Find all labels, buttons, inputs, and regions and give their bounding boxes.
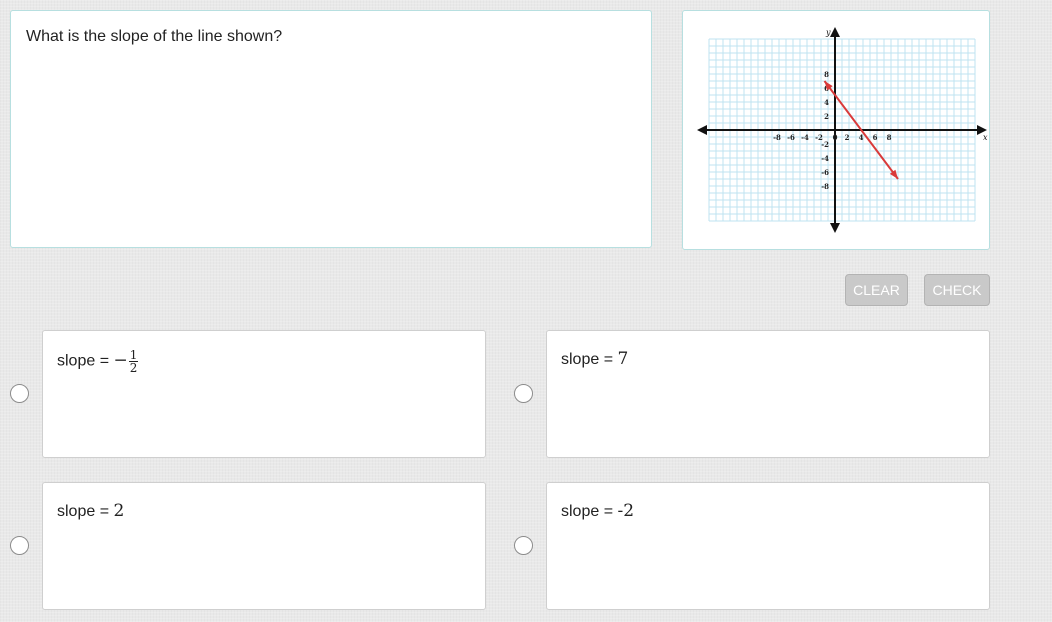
question-text: What is the slope of the line shown?: [26, 28, 283, 45]
y-tick-label: -8: [821, 182, 829, 191]
choice-3-radio[interactable]: [10, 536, 29, 555]
y-tick-label: -2: [821, 140, 829, 149]
choice-4-prefix: slope =: [561, 503, 618, 520]
y-axis-label: y: [825, 28, 831, 37]
x-tick-label: -8: [773, 133, 781, 142]
y-axis-arrow-up: [830, 27, 840, 37]
choice-1-fraction: 12: [128, 349, 139, 375]
clear-button[interactable]: CLEAR: [845, 274, 908, 306]
y-tick-label: -6: [821, 168, 829, 177]
question-card: What is the slope of the line shown?: [10, 10, 652, 248]
x-tick-label: 4: [859, 133, 864, 142]
graph-card: x y -8 -6 -4 -2 0 2 4 6 8 8 6 4 2 -2 -4 -6 -8: [682, 10, 990, 250]
choice-2-radio[interactable]: [514, 384, 533, 403]
choice-1-denominator: 2: [129, 361, 138, 375]
x-tick-label: -4: [801, 133, 809, 142]
choice-3-prefix: slope =: [57, 503, 114, 520]
check-button[interactable]: CHECK: [924, 274, 990, 306]
choice-2-value: 7: [617, 349, 629, 369]
x-tick-label: 6: [873, 133, 878, 142]
choice-1-radio[interactable]: [10, 384, 29, 403]
y-axis-arrow-down: [830, 223, 840, 233]
choice-1-sign: −: [113, 350, 128, 371]
x-tick-label: 0: [833, 133, 838, 142]
y-tick-label: -4: [821, 154, 829, 163]
choice-1-card[interactable]: slope = −1 2: [42, 330, 486, 458]
x-tick-label: 2: [845, 133, 850, 142]
choice-4-label: slope = -2: [561, 501, 634, 521]
choice-1-prefix: slope =: [57, 352, 114, 370]
choice-3-label: slope = 2: [57, 501, 124, 521]
choice-3-card[interactable]: slope = 2: [42, 482, 486, 610]
choice-4-value: -2: [617, 501, 635, 521]
choice-3-value: 2: [113, 501, 125, 521]
choice-2-label: slope = 7: [561, 349, 628, 369]
x-axis-arrow-left: [697, 125, 707, 135]
choice-2-prefix: slope =: [561, 351, 618, 368]
y-tick-label: 4: [824, 98, 829, 107]
choice-1-label: slope = −1 2: [57, 349, 139, 375]
x-tick-label: -6: [787, 133, 795, 142]
choice-4-radio[interactable]: [514, 536, 533, 555]
choice-4-card[interactable]: slope = -2: [546, 482, 990, 610]
y-tick-label: 8: [824, 70, 829, 79]
y-tick-label: 2: [824, 112, 829, 121]
x-axis-label: x: [983, 133, 988, 142]
coordinate-graph: xy-8 -6 -4 -2 0 2 4 6 88642-2-4-6-8: [697, 27, 988, 233]
choice-2-card[interactable]: slope = 7: [546, 330, 990, 458]
x-tick-label: 8: [887, 133, 892, 142]
